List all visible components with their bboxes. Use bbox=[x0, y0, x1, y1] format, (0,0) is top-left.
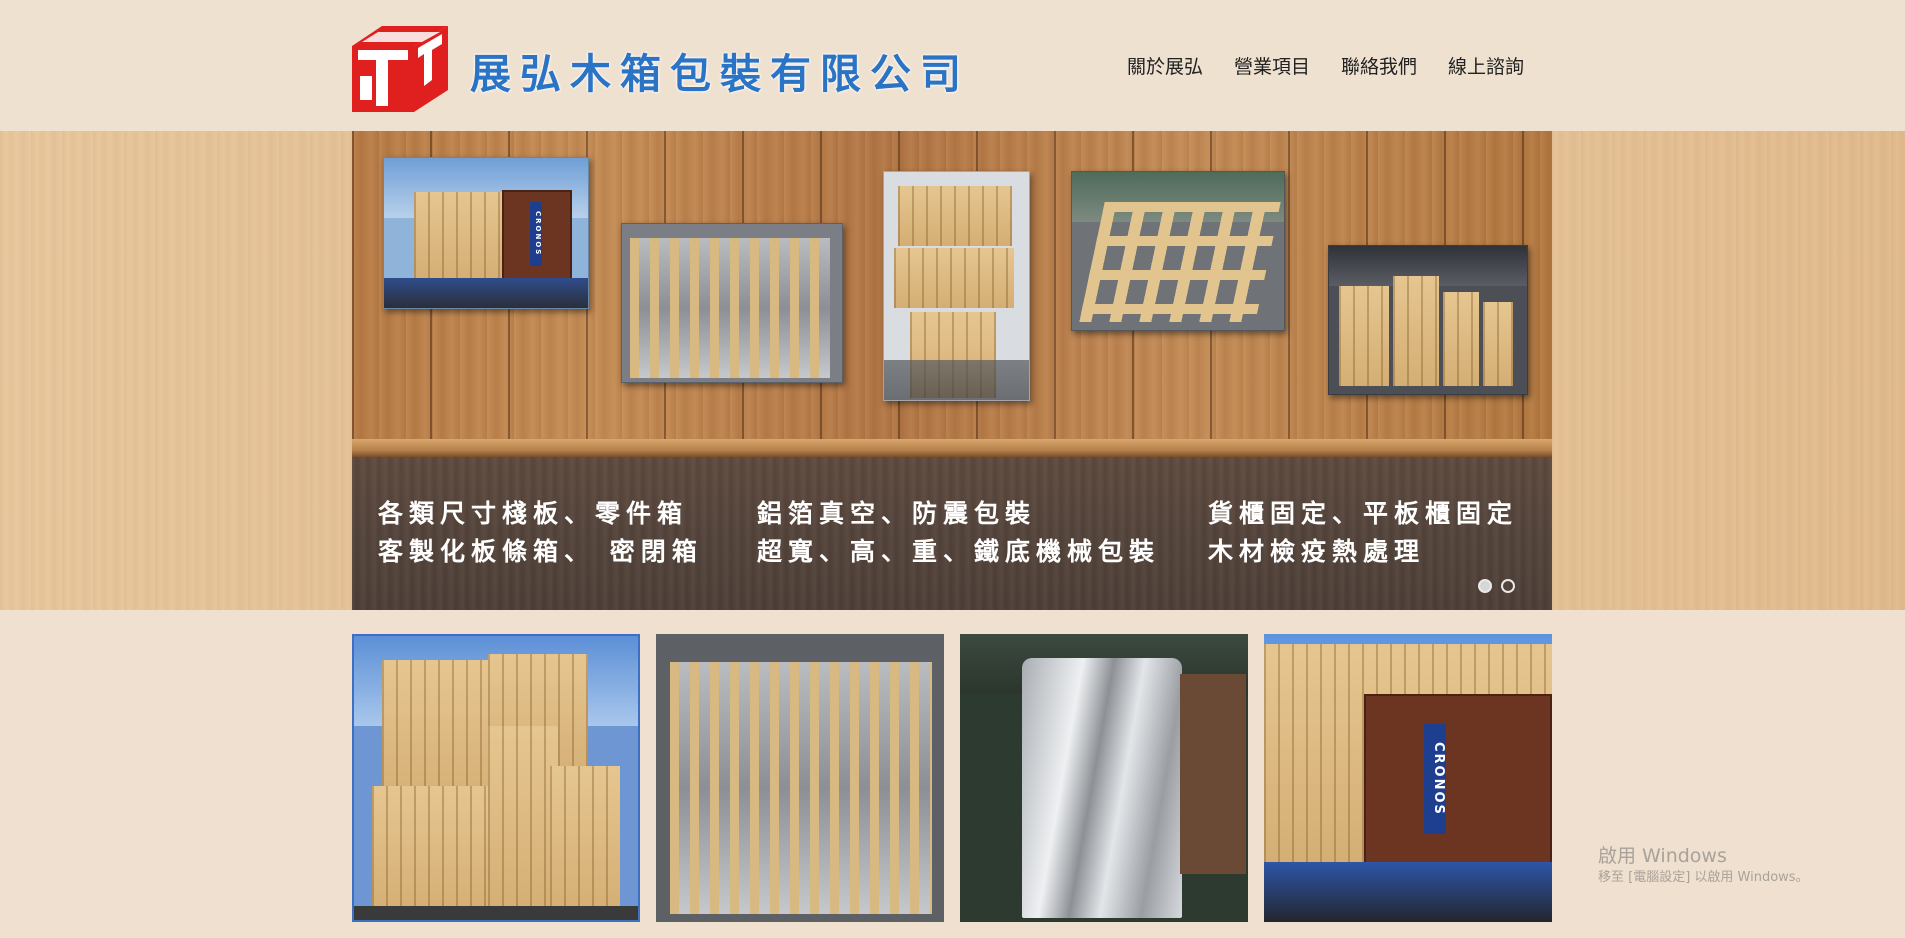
cronos-label: CRONOS bbox=[1424, 724, 1446, 834]
photo-gallery: CRONOS bbox=[352, 634, 1552, 922]
nav-contact[interactable]: 聯絡我們 bbox=[1341, 52, 1417, 79]
gallery-thumb-container-truck[interactable]: CRONOS bbox=[1264, 634, 1552, 922]
hero-slider[interactable]: CRONOS 各類尺寸棧板、零件箱 客製化板條箱、 密閉箱 鋁箔真空、防震包裝 … bbox=[352, 131, 1552, 610]
nav-online-inquiry[interactable]: 線上諮詢 bbox=[1448, 52, 1524, 79]
main-nav: 關於展弘 營業項目 聯絡我們 線上諮詢 bbox=[1127, 52, 1524, 79]
slider-photo-warehouse-crates bbox=[1328, 245, 1528, 395]
slider-photo-stacked-crates bbox=[883, 171, 1030, 401]
slider-photo-slat-crate bbox=[621, 223, 843, 383]
nav-about[interactable]: 關於展弘 bbox=[1127, 52, 1203, 79]
caption-line: 木材檢疫熱處理 bbox=[1208, 537, 1426, 566]
slider-dot-2[interactable] bbox=[1501, 579, 1515, 593]
caption-line: 客製化板條箱、 密閉箱 bbox=[378, 537, 703, 566]
slider-shelf bbox=[352, 439, 1552, 457]
caption-line: 鋁箔真空、防震包裝 bbox=[757, 499, 1037, 528]
cronos-label: CRONOS bbox=[530, 202, 542, 266]
gallery-thumb-slat-crate[interactable] bbox=[656, 634, 944, 922]
site-header: 展弘木箱包裝有限公司 關於展弘 營業項目 聯絡我們 線上諮詢 bbox=[0, 0, 1905, 131]
nav-services[interactable]: 營業項目 bbox=[1234, 52, 1310, 79]
slider-photo-container-truck: CRONOS bbox=[383, 157, 589, 309]
watermark-subtitle: 移至 [電腦設定] 以啟用 Windows。 bbox=[1598, 870, 1809, 885]
caption-line: 貨櫃固定、平板櫃固定 bbox=[1208, 499, 1519, 528]
slider-pagination bbox=[1478, 579, 1515, 593]
caption-line: 各類尺寸棧板、零件箱 bbox=[378, 499, 689, 528]
slider-dot-1[interactable] bbox=[1478, 579, 1492, 593]
caption-container-fixing: 貨櫃固定、平板櫃固定 木材檢疫熱處理 bbox=[1208, 495, 1518, 571]
company-name[interactable]: 展弘木箱包裝有限公司 bbox=[470, 40, 970, 100]
watermark-title: 啟用 Windows bbox=[1598, 845, 1727, 867]
caption-vacuum-packing: 鋁箔真空、防震包裝 超寬、高、重、鐵底機械包裝 bbox=[757, 495, 1160, 571]
caption-pallets-crates: 各類尺寸棧板、零件箱 客製化板條箱、 密閉箱 bbox=[378, 495, 703, 571]
gallery-thumb-foil-wrap[interactable] bbox=[960, 634, 1248, 922]
gallery-thumb-crates-sky[interactable] bbox=[352, 634, 640, 922]
company-logo-icon[interactable] bbox=[352, 26, 452, 112]
caption-line: 超寬、高、重、鐵底機械包裝 bbox=[757, 537, 1161, 566]
slider-photo-pallet bbox=[1071, 171, 1285, 331]
windows-activation-watermark: 啟用 Windows 移至 [電腦設定] 以啟用 Windows。 bbox=[1598, 844, 1809, 888]
